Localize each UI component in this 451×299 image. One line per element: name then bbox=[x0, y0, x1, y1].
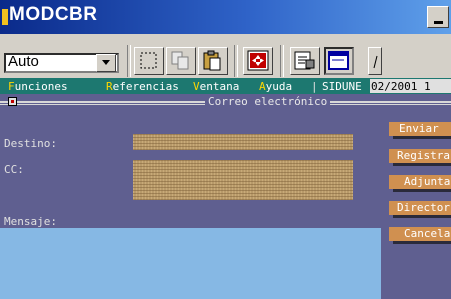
cc-field[interactable] bbox=[133, 160, 353, 200]
enviar-button-label: Enviar bbox=[399, 122, 439, 135]
close-icon[interactable] bbox=[8, 97, 17, 106]
destino-label: Destino: bbox=[4, 137, 57, 150]
minimize-button[interactable] bbox=[427, 6, 449, 28]
menu-item-referencias-hotkey: R bbox=[106, 80, 113, 93]
menu-item-ayuda-rest: yuda bbox=[265, 80, 293, 93]
fullscreen-button[interactable] bbox=[243, 47, 273, 75]
paste-button[interactable] bbox=[198, 47, 228, 75]
menu-item-funciones-hotkey: F bbox=[8, 80, 15, 93]
system-name: SIDUNE bbox=[322, 80, 362, 93]
menu-item-funciones[interactable]: Funciones bbox=[8, 80, 68, 93]
menu-item-ventana[interactable]: Ventana bbox=[193, 80, 239, 93]
mensaje-label: Mensaje: bbox=[4, 215, 57, 228]
message-textarea[interactable] bbox=[0, 228, 381, 299]
toolbar-separator bbox=[280, 45, 284, 77]
font-size-combo-value: Auto bbox=[8, 53, 39, 70]
properties-icon bbox=[294, 51, 315, 70]
registrar-button[interactable]: Registra bbox=[389, 149, 451, 163]
date-display: 02/2001 1 bbox=[371, 80, 431, 93]
toolbar-separator bbox=[234, 45, 238, 77]
fullscreen-icon bbox=[247, 50, 269, 71]
copy-icon bbox=[171, 51, 189, 70]
menu-item-funciones-rest: unciones bbox=[14, 80, 68, 93]
menu-item-ventana-hotkey: V bbox=[193, 80, 200, 93]
cc-label: CC: bbox=[4, 163, 24, 176]
paste-icon bbox=[203, 50, 221, 71]
app-icon bbox=[2, 9, 8, 25]
window-icon bbox=[328, 51, 349, 70]
toolbar-separator bbox=[127, 45, 131, 77]
adjuntar-button[interactable]: Adjunta bbox=[389, 175, 451, 189]
italic-icon bbox=[373, 55, 378, 69]
copy-button[interactable] bbox=[166, 47, 196, 75]
menu-item-ventana-rest: entana bbox=[199, 80, 240, 93]
form-title: Correo electrónico bbox=[205, 95, 331, 108]
adjuntar-button-label: Adjunta bbox=[404, 175, 451, 188]
select-icon bbox=[140, 52, 157, 69]
cancelar-button[interactable]: Cancela bbox=[389, 227, 451, 241]
window-button[interactable] bbox=[324, 47, 354, 75]
menu-divider: | bbox=[311, 80, 318, 93]
select-button[interactable] bbox=[134, 47, 164, 75]
menu-item-ayuda[interactable]: Ayuda bbox=[259, 80, 292, 93]
directorio-button-label: Director bbox=[397, 201, 450, 214]
window-title: MODCBR bbox=[9, 4, 98, 25]
directorio-button[interactable]: Director bbox=[389, 201, 451, 215]
destino-field[interactable] bbox=[133, 134, 353, 150]
registrar-button-label: Registra bbox=[397, 149, 450, 162]
font-button[interactable] bbox=[368, 47, 382, 75]
menu-item-referencias-rest: eferencias bbox=[112, 80, 179, 93]
menu-item-ayuda-hotkey: A bbox=[259, 80, 266, 93]
cancelar-button-label: Cancela bbox=[404, 227, 451, 240]
chevron-down-icon[interactable] bbox=[96, 54, 116, 72]
properties-button[interactable] bbox=[290, 47, 320, 75]
menu-item-referencias[interactable]: Referencias bbox=[106, 80, 179, 93]
enviar-button[interactable]: Enviar bbox=[389, 122, 451, 136]
